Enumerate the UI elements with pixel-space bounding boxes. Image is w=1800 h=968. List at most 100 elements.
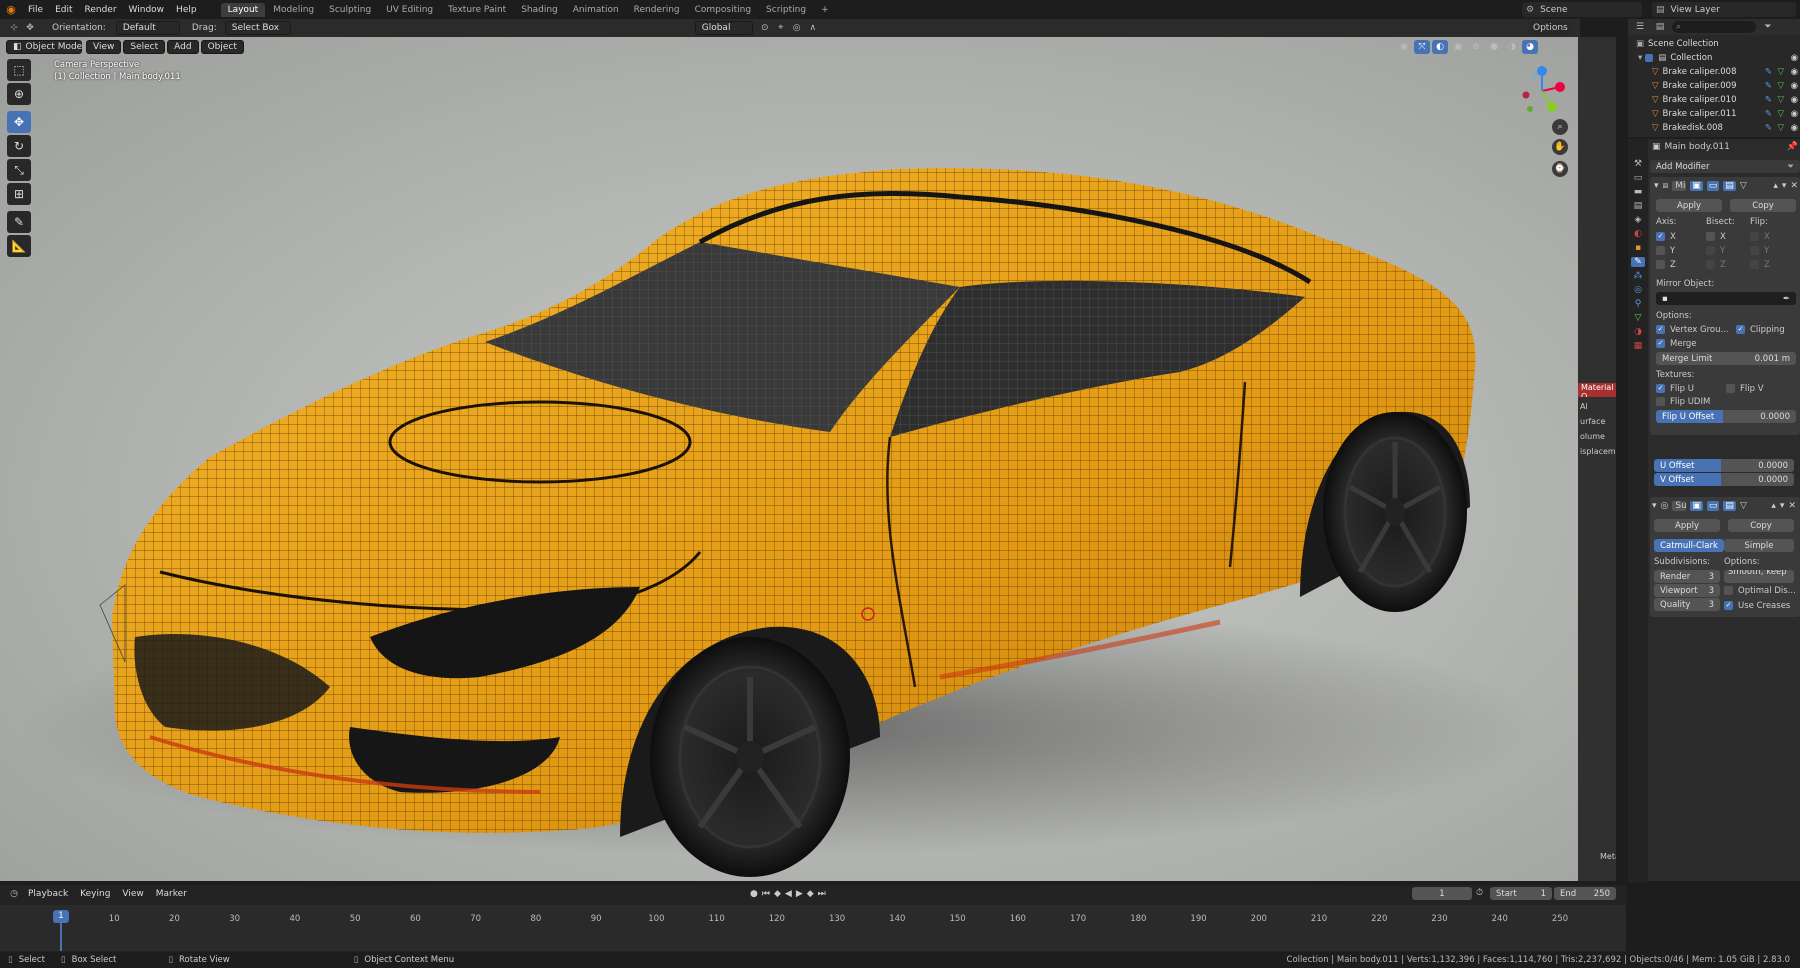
flip-x-checkbox[interactable]: X: [1750, 232, 1770, 242]
object-mode-dropdown[interactable]: ◧ Object Mode: [6, 40, 82, 54]
constraints-tab-icon[interactable]: ⚲: [1635, 299, 1642, 309]
timeline-editor-icon[interactable]: ◷: [6, 887, 22, 901]
timeline-view-menu[interactable]: View: [116, 889, 149, 899]
viewport-display-icon[interactable]: ▭: [1706, 501, 1720, 511]
object-tab-icon[interactable]: ▪: [1635, 243, 1641, 253]
keying-menu[interactable]: Keying: [74, 889, 116, 899]
scale-tool-icon[interactable]: ⤡: [7, 159, 31, 181]
tool-tab-icon[interactable]: ⚒: [1634, 159, 1642, 169]
outliner-item[interactable]: ▽ Brake caliper.010 ✎ ▽ ◉: [1628, 93, 1800, 107]
transform-orientation-dropdown[interactable]: Global: [694, 21, 753, 35]
playback-menu[interactable]: Playback: [22, 889, 74, 899]
expand-arrow-icon[interactable]: ▾: [1638, 53, 1642, 63]
marker-menu[interactable]: Marker: [150, 889, 193, 899]
menu-window[interactable]: Window: [123, 5, 171, 15]
camera-view-icon[interactable]: ⌚: [1552, 161, 1568, 177]
tab-layout[interactable]: Layout: [220, 2, 266, 17]
filter-icon[interactable]: ⏷: [1760, 20, 1776, 34]
pan-hand-icon[interactable]: ✋: [1552, 139, 1568, 155]
gizmo-icon[interactable]: ⤧: [1414, 40, 1430, 54]
outliner-editor-icon[interactable]: ☰: [1632, 20, 1648, 34]
mirror-object-field[interactable]: ▪ ✒: [1656, 292, 1796, 305]
remove-modifier-icon[interactable]: ✕: [1788, 501, 1796, 511]
flip-z-checkbox[interactable]: Z: [1750, 260, 1770, 270]
measure-tool-icon[interactable]: 📐: [7, 235, 31, 257]
render-display-icon[interactable]: ▤: [1723, 501, 1736, 511]
tab-shading[interactable]: Shading: [514, 3, 565, 17]
render-levels-field[interactable]: Render 3: [1654, 570, 1720, 583]
collection-eye-icon[interactable]: ◉: [1791, 53, 1798, 63]
mirror-copy-button[interactable]: Copy: [1730, 199, 1796, 212]
object-eye-icon[interactable]: ◉: [1791, 81, 1798, 91]
tab-modeling[interactable]: Modeling: [266, 3, 321, 17]
subsurf-apply-button[interactable]: Apply: [1654, 519, 1720, 532]
prev-keyframe-icon[interactable]: ◆: [774, 889, 781, 899]
texture-tab-icon[interactable]: ▦: [1634, 341, 1643, 351]
tab-scripting[interactable]: Scripting: [759, 3, 813, 17]
move-tool-button[interactable]: ✥: [7, 111, 31, 133]
play-reverse-icon[interactable]: ◀: [785, 889, 792, 899]
snap-icon[interactable]: ⌖: [773, 21, 789, 35]
drag-dropdown[interactable]: Select Box: [224, 21, 291, 35]
tab-rendering[interactable]: Rendering: [627, 3, 687, 17]
solid-shading-icon[interactable]: ●: [1486, 40, 1502, 54]
current-frame-field[interactable]: 1: [1412, 887, 1472, 900]
object-eye-icon[interactable]: ◉: [1791, 123, 1798, 133]
editmode-icon[interactable]: ▣: [1690, 501, 1703, 511]
collapse-arrow-icon[interactable]: ▾: [1652, 501, 1657, 511]
flip-y-checkbox[interactable]: Y: [1750, 246, 1769, 256]
wireframe-shading-icon[interactable]: ⊕: [1468, 40, 1484, 54]
add-workspace-button[interactable]: +: [814, 3, 836, 17]
editor-type-icon[interactable]: ⊹: [6, 21, 22, 35]
move-down-icon[interactable]: ▾: [1780, 501, 1785, 511]
merge-limit-field[interactable]: Merge Limit 0.001 m: [1656, 352, 1796, 365]
select-tool-icon[interactable]: ⬚: [7, 59, 31, 81]
output-tab-icon[interactable]: ▬: [1634, 187, 1643, 197]
object-eye-icon[interactable]: ◉: [1791, 95, 1798, 105]
move-down-icon[interactable]: ▾: [1782, 181, 1787, 191]
tab-compositing[interactable]: Compositing: [688, 3, 758, 17]
stopwatch-icon[interactable]: ⏱: [1476, 888, 1483, 898]
use-creases-checkbox[interactable]: ✓ Use Creases: [1724, 601, 1790, 611]
outliner-item[interactable]: ▽ Brake caliper.008 ✎ ▽ ◉: [1628, 65, 1800, 79]
view-menu[interactable]: View: [86, 40, 122, 54]
move-tool-icon[interactable]: ✥: [22, 21, 38, 35]
viewport-3d[interactable]: ◧ Object Mode View Select Add Object ◉ ⤧ …: [0, 37, 1578, 881]
world-tab-icon[interactable]: ◐: [1634, 229, 1642, 239]
transform-tool-icon[interactable]: ⊞: [7, 183, 31, 205]
cage-icon[interactable]: ▽: [1740, 181, 1747, 191]
tab-texture-paint[interactable]: Texture Paint: [441, 3, 513, 17]
move-up-icon[interactable]: ▴: [1771, 501, 1776, 511]
outliner-item[interactable]: ▽ Brake caliper.009 ✎ ▽ ◉: [1628, 79, 1800, 93]
jump-end-icon[interactable]: ⏭: [818, 889, 826, 899]
flip-u-offset-field[interactable]: Flip U Offset 0.0000: [1656, 410, 1796, 423]
vertex-groups-checkbox[interactable]: ✓ Vertex Grou...: [1656, 325, 1729, 335]
view-layer-tab-icon[interactable]: ▤: [1634, 201, 1643, 211]
add-modifier-dropdown[interactable]: Add Modifier ⏷: [1650, 160, 1800, 173]
timeline-ruler[interactable]: 1102030405060708090100110120130140150160…: [0, 905, 1626, 951]
eyedropper-icon[interactable]: ✒: [1783, 294, 1790, 304]
axis-y-checkbox[interactable]: Y: [1656, 246, 1675, 256]
falloff-icon[interactable]: ∧: [805, 21, 821, 35]
quality-field[interactable]: Quality 3: [1654, 598, 1720, 611]
move-up-icon[interactable]: ▴: [1773, 181, 1778, 191]
cage-icon[interactable]: ▽: [1740, 501, 1747, 511]
v-offset-field[interactable]: V Offset 0.0000: [1654, 473, 1794, 486]
pivot-icon[interactable]: ⊙: [757, 21, 773, 35]
scene-selector[interactable]: ⚙ Scene: [1522, 2, 1642, 17]
proportional-edit-icon[interactable]: ◎: [789, 21, 805, 35]
scene-collection-row[interactable]: ▣ Scene Collection: [1628, 37, 1800, 51]
menu-render[interactable]: Render: [79, 5, 123, 15]
tab-uv-editing[interactable]: UV Editing: [379, 3, 440, 17]
modifier-tab-icon[interactable]: ✎: [1631, 257, 1645, 267]
navigation-gizmo[interactable]: [1512, 61, 1572, 121]
cursor-tool-icon[interactable]: ⊕: [7, 83, 31, 105]
annotate-tool-icon[interactable]: ✎: [7, 211, 31, 233]
orientation-dropdown[interactable]: Default: [115, 21, 180, 35]
blender-logo-icon[interactable]: ◉: [0, 3, 22, 16]
clipping-checkbox[interactable]: ✓ Clipping: [1736, 325, 1785, 335]
particles-tab-icon[interactable]: ⁂: [1634, 271, 1643, 281]
material-tab-icon[interactable]: ◑: [1634, 327, 1642, 337]
u-offset-field[interactable]: U Offset 0.0000: [1654, 459, 1794, 472]
bisect-z-checkbox[interactable]: Z: [1706, 260, 1726, 270]
